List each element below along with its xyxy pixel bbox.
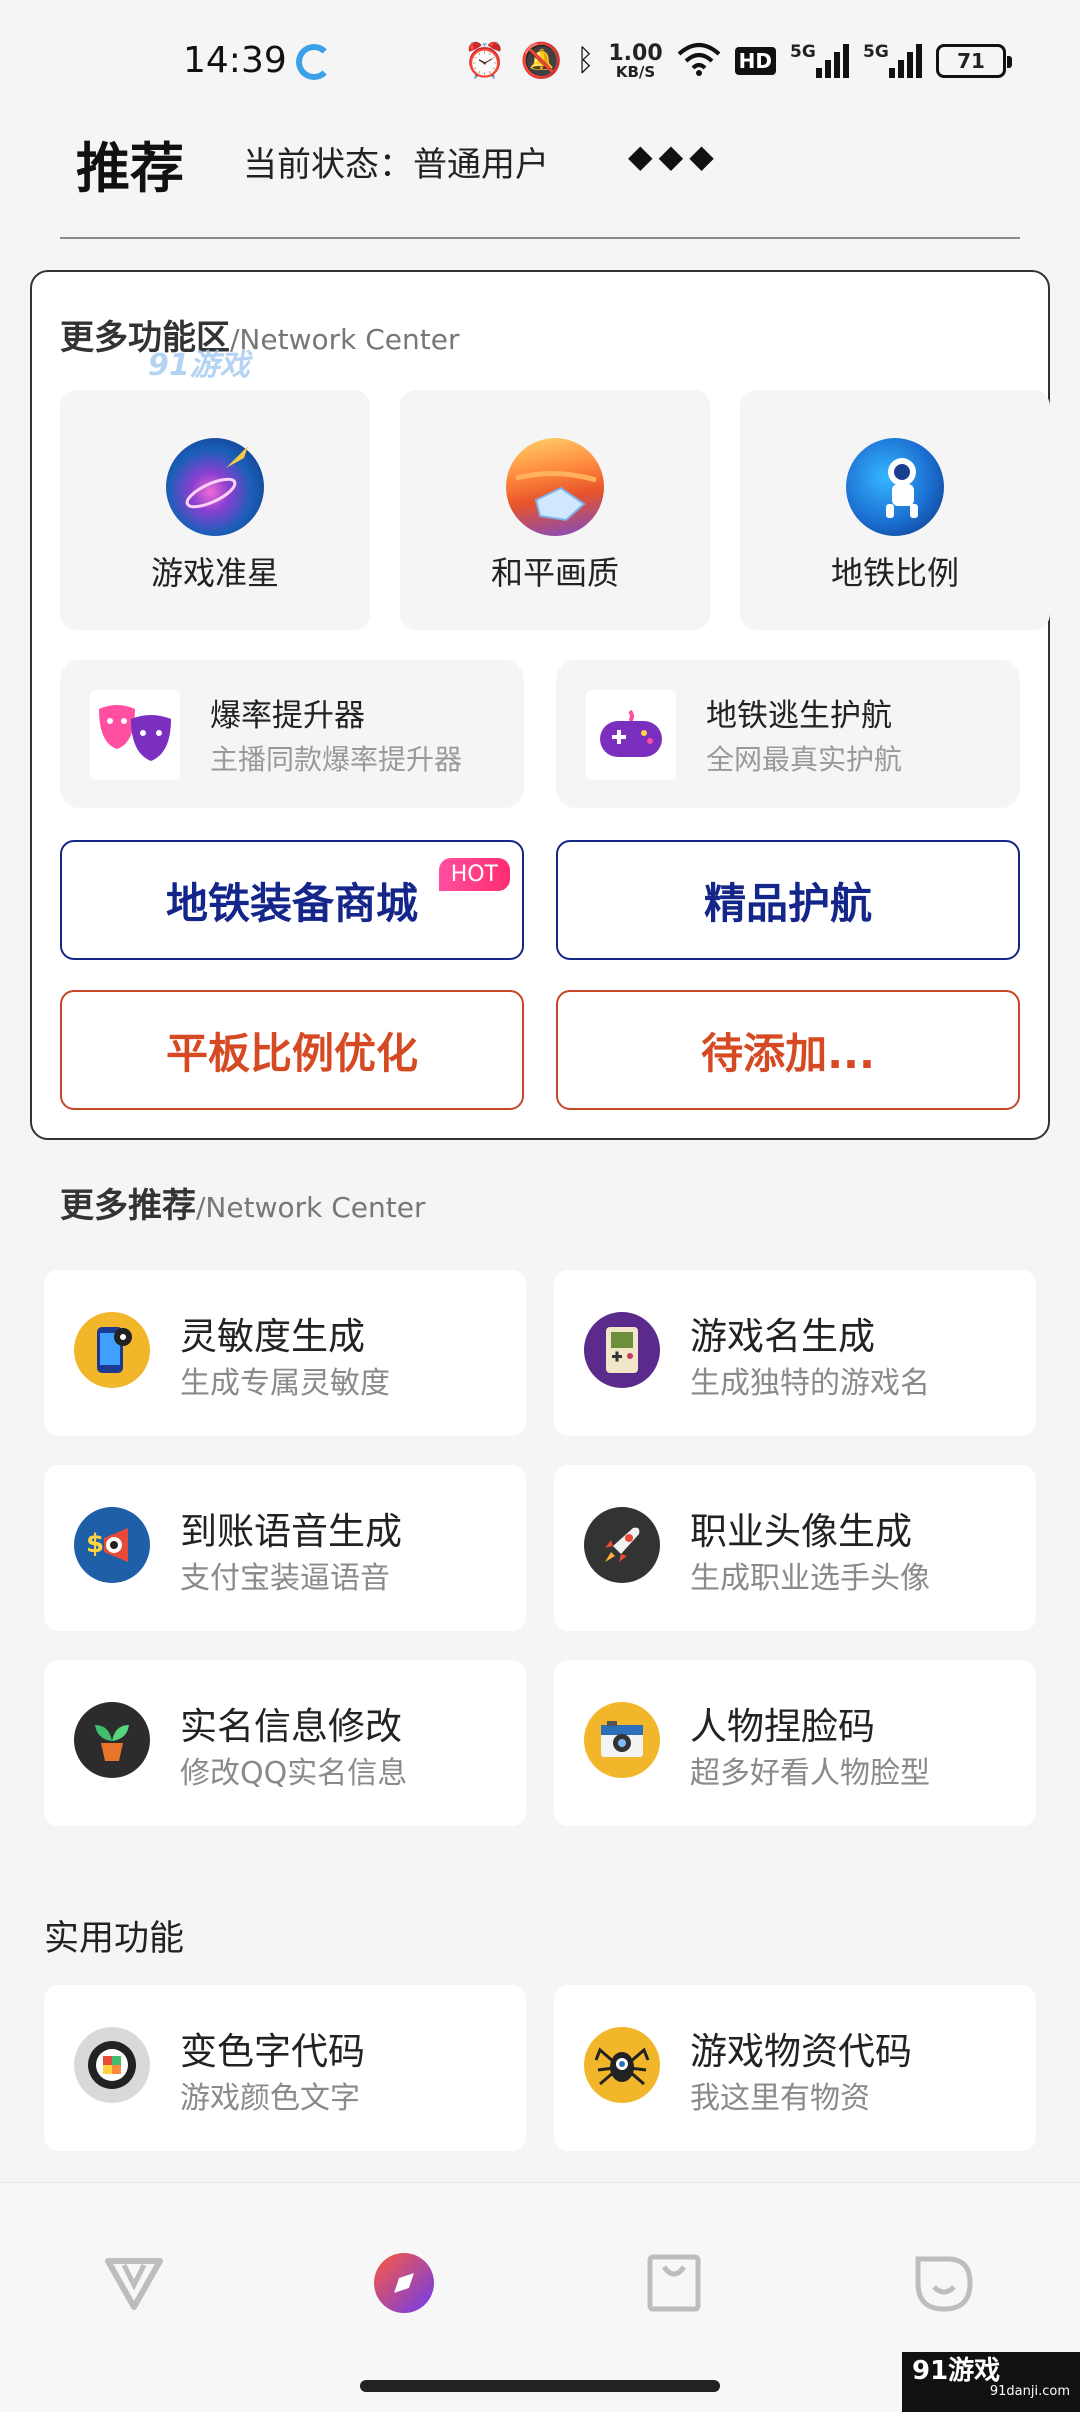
- nav-bag-icon[interactable]: [634, 2243, 714, 2323]
- tile-crosshair[interactable]: 游戏准星: [60, 390, 370, 630]
- tile-metro-ratio[interactable]: 地铁比例: [740, 390, 1050, 630]
- card-title: 职业头像生成: [690, 1510, 912, 1553]
- card-subtitle: 修改QQ实名信息: [180, 1756, 408, 1791]
- tile-subtitle: 全网最真实护航: [706, 743, 903, 776]
- spider-icon: [584, 2027, 660, 2103]
- card-subtitle: 生成专属灵敏度: [180, 1366, 390, 1401]
- astronaut-icon: [846, 438, 944, 536]
- card-sensitivity-generator[interactable]: 灵敏度生成 生成专属灵敏度: [44, 1270, 526, 1436]
- card-realname-modify[interactable]: 实名信息修改 修改QQ实名信息: [44, 1660, 526, 1826]
- card-title: 游戏物资代码: [690, 2030, 912, 2073]
- card-title: 游戏名生成: [690, 1315, 875, 1358]
- status-icons: ⏰ 🔕 ᛒ 1.00 KB/S HD 5G 5G 71: [463, 38, 1012, 84]
- card-title: 变色字代码: [180, 2030, 365, 2073]
- metro-equipment-store-button[interactable]: 地铁装备商城 HOT: [60, 840, 524, 960]
- theater-masks-icon: [90, 690, 180, 780]
- svg-text:$: $: [86, 1529, 104, 1559]
- hot-badge: HOT: [438, 858, 510, 891]
- camera-icon: [584, 1702, 660, 1778]
- card-title: 实名信息修改: [180, 1705, 402, 1748]
- tile-title: 地铁逃生护航: [706, 698, 892, 734]
- network-speed: 1.00 KB/S: [608, 40, 663, 81]
- user-status: 当前状态：普通用户: [243, 145, 549, 185]
- battery-icon: 71: [936, 44, 1012, 78]
- button-label: 精品护航: [703, 878, 872, 928]
- feature-section-title: 更多功能区/Network Center: [60, 318, 460, 358]
- card-subtitle: 支付宝装逼语音: [180, 1561, 390, 1596]
- planet-icon: [506, 438, 604, 536]
- watermark-logo: 91游戏: [148, 348, 250, 383]
- gameboy-icon: [584, 1312, 660, 1388]
- header-divider: [60, 237, 1020, 239]
- button-label: 平板比例优化: [165, 1028, 418, 1078]
- button-label: 地铁装备商城: [165, 878, 418, 928]
- gamepad-icon: [586, 690, 676, 780]
- recommend-section-title: 更多推荐/Network Center: [60, 1186, 426, 1226]
- tile-label: 和平画质: [490, 554, 619, 592]
- card-title: 到账语音生成: [180, 1510, 402, 1553]
- card-title: 人物捏脸码: [690, 1705, 875, 1748]
- tile-label: 地铁比例: [830, 554, 959, 592]
- tile-graphics[interactable]: 和平画质: [400, 390, 710, 630]
- card-subtitle: 生成独特的游戏名: [690, 1366, 930, 1401]
- home-indicator[interactable]: [360, 2380, 720, 2392]
- money-megaphone-icon: $: [74, 1507, 150, 1583]
- page-title: 推荐: [76, 137, 184, 200]
- button-label: 待添加...: [701, 1028, 875, 1078]
- tile-title: 爆率提升器: [210, 698, 365, 734]
- signal-sim2-icon: 5G: [863, 42, 922, 78]
- card-face-code[interactable]: 人物捏脸码 超多好看人物脸型: [554, 1660, 1036, 1826]
- tile-subtitle: 主播同款爆率提升器: [210, 743, 463, 776]
- galaxy-rocket-icon: [166, 438, 264, 536]
- battery-level: 71: [957, 49, 985, 73]
- to-be-added-button[interactable]: 待添加...: [556, 990, 1020, 1110]
- tablet-ratio-button[interactable]: 平板比例优化: [60, 990, 524, 1110]
- user-level-diamonds: ◆◆◆: [628, 137, 720, 175]
- mute-icon: 🔕: [520, 41, 563, 81]
- card-payment-voice-generator[interactable]: $ 到账语音生成 支付宝装逼语音: [44, 1465, 526, 1631]
- tile-droprate-booster[interactable]: 爆率提升器 主播同款爆率提升器: [60, 660, 524, 808]
- signal-sim1-icon: 5G: [790, 42, 849, 78]
- tile-metro-escort[interactable]: 地铁逃生护航 全网最真实护航: [556, 660, 1020, 808]
- card-game-supplies-code[interactable]: 游戏物资代码 我这里有物资: [554, 1985, 1036, 2151]
- corner-watermark-logo: 91游戏 91danji.com: [902, 2352, 1080, 2412]
- tile-label: 游戏准星: [150, 554, 279, 592]
- nav-v-logo-icon[interactable]: [94, 2243, 174, 2323]
- status-bar: 14:39 ⏰ 🔕 ᛒ 1.00 KB/S HD 5G 5G 71: [0, 0, 1080, 120]
- sushi-icon: [74, 2027, 150, 2103]
- wifi-icon: [677, 42, 721, 80]
- alarm-icon: ⏰: [463, 41, 507, 81]
- hd-voice-icon: HD: [734, 47, 776, 75]
- app-notification-icon: [296, 44, 332, 80]
- card-color-text-code[interactable]: 变色字代码 游戏颜色文字: [44, 1985, 526, 2151]
- rocket-icon: [584, 1507, 660, 1583]
- card-pro-avatar-generator[interactable]: 职业头像生成 生成职业选手头像: [554, 1465, 1036, 1631]
- nav-face-icon[interactable]: [904, 2243, 984, 2323]
- status-time: 14:39: [183, 40, 287, 81]
- bluetooth-icon: ᛒ: [576, 43, 595, 78]
- card-subtitle: 超多好看人物脸型: [690, 1756, 930, 1791]
- card-subtitle: 我这里有物资: [690, 2081, 870, 2116]
- nav-compass-icon[interactable]: [364, 2243, 444, 2323]
- card-title: 灵敏度生成: [180, 1315, 365, 1358]
- plant-icon: [74, 1702, 150, 1778]
- card-subtitle: 游戏颜色文字: [180, 2081, 360, 2116]
- card-game-name-generator[interactable]: 游戏名生成 生成独特的游戏名: [554, 1270, 1036, 1436]
- card-subtitle: 生成职业选手头像: [690, 1561, 930, 1596]
- phone-settings-icon: [74, 1312, 150, 1388]
- premium-escort-button[interactable]: 精品护航: [556, 840, 1020, 960]
- utility-section-title: 实用功能: [44, 1919, 185, 1959]
